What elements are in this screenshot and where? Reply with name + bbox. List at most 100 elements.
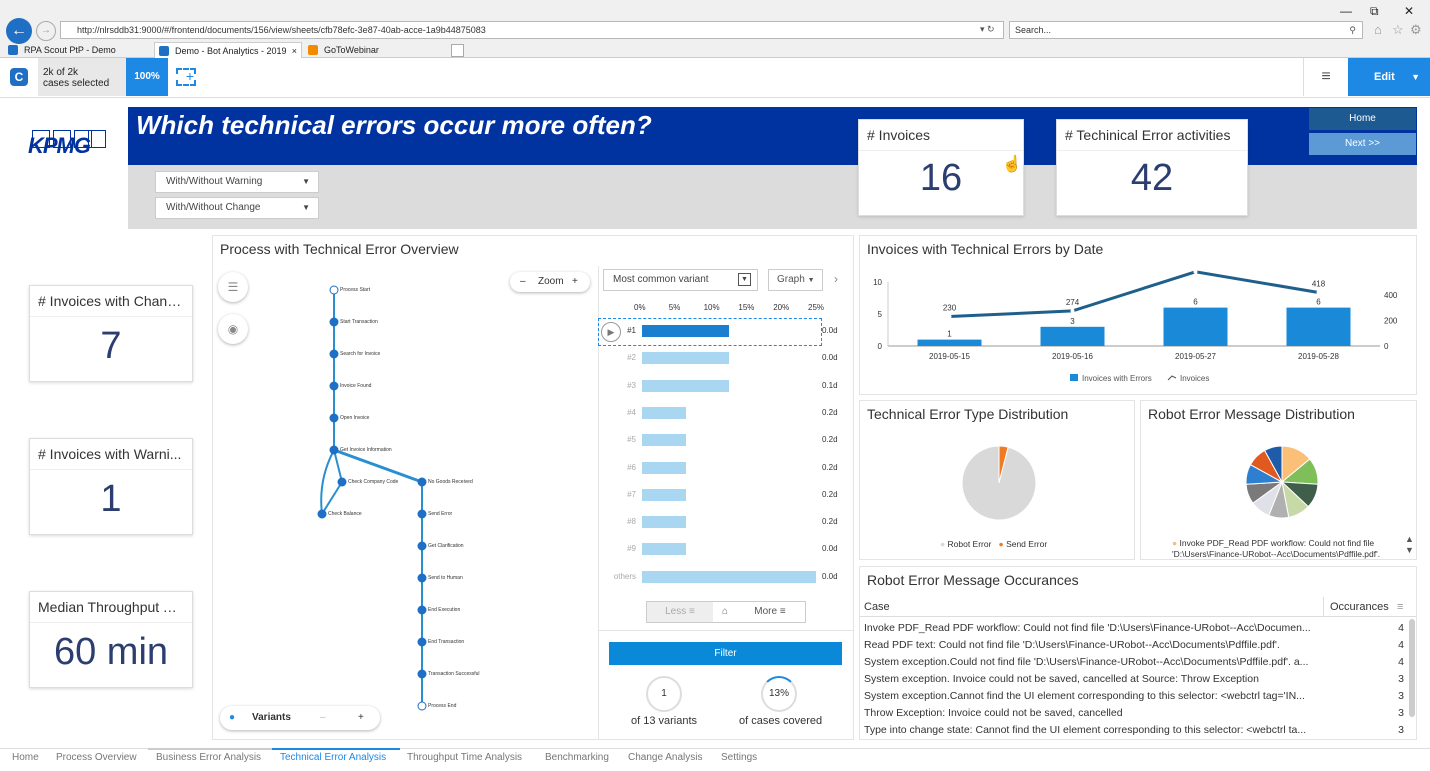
pie-legend: ● Robot Error ● Send Error — [940, 539, 1047, 549]
robot-error-pie[interactable] — [1246, 446, 1318, 518]
dropdown-label: Most common variant — [613, 274, 709, 285]
change-filter-dropdown[interactable]: With/Without Change ▼ — [155, 197, 319, 219]
new-tab-button[interactable] — [451, 44, 464, 57]
sheet-tab[interactable]: Settings — [721, 752, 757, 763]
tech-error-pie[interactable] — [962, 446, 1036, 520]
x-tick-label: 2019-05-27 — [1175, 352, 1216, 361]
browser-tab[interactable]: GoToWebinar — [304, 42, 444, 58]
more-label: More — [754, 606, 778, 617]
filter-button[interactable]: Filter — [609, 642, 842, 665]
table-row[interactable]: Read PDF text: Could not find file 'D:\U… — [860, 636, 1408, 653]
close-icon[interactable]: ✕ — [1404, 4, 1414, 18]
address-bar[interactable]: http://nlrsddb31:9000/#/frontend/documen… — [60, 21, 1004, 39]
column-divider — [1323, 597, 1324, 617]
process-graph[interactable]: Process Start Start Transaction Search for… — [300, 280, 500, 720]
home-icon[interactable]: ⌂ — [717, 602, 733, 622]
variant-row[interactable]: #9 0.0d — [600, 536, 850, 564]
tab-favicon-icon — [8, 45, 18, 55]
cases-covered-caption: of cases covered — [739, 715, 823, 727]
process-node — [417, 541, 427, 551]
variant-row[interactable]: #6 0.2d — [600, 455, 850, 483]
less-button[interactable]: Less ≡ — [647, 602, 713, 622]
variant-label: others — [613, 571, 636, 581]
sheet-tab[interactable]: Business Error Analysis — [156, 752, 261, 763]
column-header-occurrences[interactable]: Occurances — [1330, 597, 1389, 617]
forward-button[interactable]: → — [36, 21, 56, 41]
activity-filter-icon[interactable]: ☰ — [218, 272, 248, 302]
tab-favicon-icon — [308, 45, 318, 55]
chevron-right-icon[interactable]: › — [834, 272, 838, 286]
table-row[interactable]: Invoke PDF_Read PDF workflow: Could not … — [860, 619, 1408, 636]
process-node — [329, 317, 339, 327]
chevron-down-icon[interactable]: ▼ — [1411, 58, 1420, 96]
variant-row[interactable]: #1 0.0d — [600, 318, 850, 346]
search-icon[interactable]: ⚲ — [1349, 22, 1356, 38]
cases-selected[interactable]: 2k of 2k cases selected — [38, 58, 126, 96]
home-button[interactable]: Home — [1309, 108, 1416, 130]
variants-minus-button[interactable]: – — [320, 706, 326, 730]
variant-row[interactable]: #2 0.0d — [600, 345, 850, 373]
cases-caption: cases selected — [43, 78, 110, 89]
zoom-in-button[interactable]: + — [572, 272, 578, 292]
table-row[interactable]: Throw Exception: Invoice could not be sa… — [860, 704, 1408, 721]
legend-label: 'D:\Users\Finance-URobot--Acc\Documents\… — [1172, 549, 1381, 559]
star-icon[interactable]: ☆ — [1392, 22, 1404, 38]
card-value: 7 — [100, 325, 122, 367]
variant-row[interactable]: #3 0.1d — [600, 373, 850, 401]
gear-icon[interactable]: ⚙ — [1410, 22, 1422, 38]
variants-plus-button[interactable]: + — [358, 706, 364, 730]
panel-title: Process with Technical Error Overview — [220, 241, 459, 257]
variant-row[interactable]: others 0.0d — [600, 564, 850, 592]
more-button[interactable]: More ≡ — [737, 602, 803, 622]
variant-bar — [642, 461, 686, 474]
browser-tab-active[interactable]: Demo - Bot Analytics - 2019 × — [154, 42, 302, 58]
sheet-tab[interactable]: Technical Error Analysis — [280, 752, 386, 763]
process-node — [329, 413, 339, 423]
variant-row[interactable]: #5 0.2d — [600, 427, 850, 455]
warning-filter-dropdown[interactable]: With/Without Warning ▼ — [155, 171, 319, 193]
table-row[interactable]: System exception.Cannot find the UI elem… — [860, 687, 1408, 704]
variant-sort-dropdown[interactable]: Most common variant ▼ — [603, 269, 758, 291]
sheet-tab[interactable]: Process Overview — [56, 752, 137, 763]
graph-dropdown[interactable]: Graph ▼ — [768, 269, 823, 291]
less-label: Less — [665, 606, 687, 617]
sheet-tab[interactable]: Home — [12, 752, 39, 763]
browser-tab[interactable]: RPA Scout PtP - Demo — [4, 42, 154, 58]
search-input[interactable]: Search... ⚲ — [1009, 21, 1363, 39]
table-row[interactable]: System exception. Invoice could not be s… — [860, 670, 1408, 687]
variant-row[interactable]: #8 0.2d — [600, 509, 850, 537]
scrollbar[interactable] — [1409, 619, 1415, 717]
process-node — [417, 605, 427, 615]
add-selection-icon[interactable]: + — [176, 68, 196, 86]
variant-row[interactable]: #7 0.2d — [600, 482, 850, 510]
column-header-case[interactable]: Case — [864, 597, 890, 617]
process-node-label: Open Invoice — [340, 415, 370, 421]
edit-button[interactable]: Edit ▼ — [1348, 58, 1430, 96]
back-button[interactable]: ← — [6, 18, 32, 44]
sort-icon[interactable]: ≡ — [1397, 597, 1403, 617]
table-row[interactable]: System exception.Could not find file 'D:… — [860, 653, 1408, 670]
sheet-tab[interactable]: Throughput Time Analysis — [407, 752, 522, 763]
restore-icon[interactable]: ⧉ — [1370, 4, 1379, 19]
refresh-icon[interactable]: ▾ ↻ — [980, 24, 995, 35]
menu-icon[interactable]: ≡ — [1303, 58, 1348, 96]
variant-row[interactable]: #4 0.2d — [600, 400, 850, 428]
kpmg-logo-box — [32, 130, 50, 148]
process-node-label: Process Start — [340, 287, 371, 293]
variant-label: #3 — [627, 380, 636, 390]
zoom-out-button[interactable]: – — [520, 272, 526, 292]
legend-scroll-icon[interactable]: ▲ ▼ — [1405, 534, 1414, 556]
table-header: Case Occurances ≡ — [860, 597, 1416, 617]
throughput-card: Median Throughput Ti... 60 min — [29, 591, 193, 688]
bar — [917, 339, 982, 346]
cases-count: 2k of 2k — [43, 67, 79, 78]
next-button[interactable]: Next >> — [1309, 133, 1416, 155]
sheet-tab[interactable]: Benchmarking — [545, 752, 609, 763]
home-icon[interactable]: ⌂ — [1374, 22, 1382, 37]
minimize-icon[interactable]: — — [1340, 4, 1352, 18]
sheet-tab[interactable]: Change Analysis — [628, 752, 703, 763]
tab-close-icon[interactable]: × — [292, 43, 297, 58]
eye-hide-icon[interactable]: ◉ — [218, 314, 248, 344]
table-row[interactable]: Type into change state: Cannot find the … — [860, 721, 1408, 738]
axis-tick-label: 5% — [668, 303, 681, 312]
